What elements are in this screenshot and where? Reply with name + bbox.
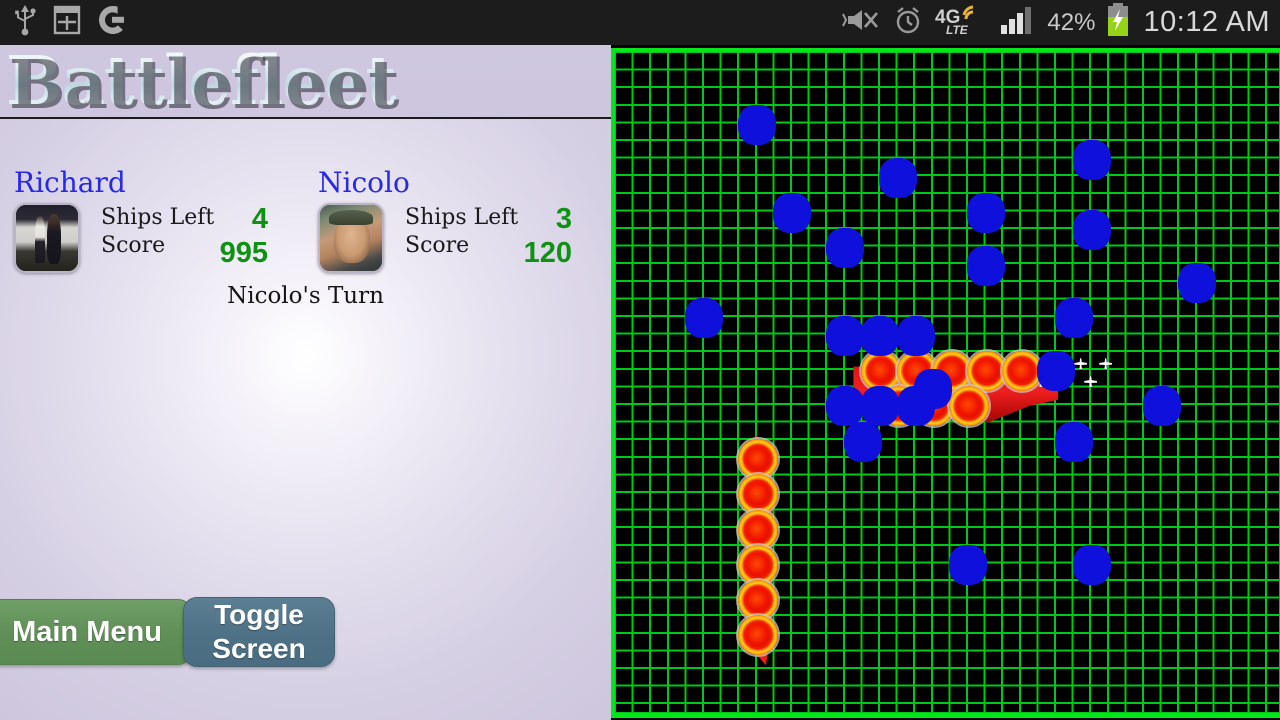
avatar-hair [328, 210, 374, 225]
player2-ships-label: Ships Left [405, 205, 519, 230]
miss-marker [861, 386, 900, 427]
status-bar-right-icons: 4G LTE 42% 10:12 AM [841, 3, 1280, 42]
signal-bars-icon [1000, 5, 1036, 40]
battery-percent-label: 42% [1047, 8, 1096, 36]
miss-marker [843, 421, 882, 462]
hit-marker [738, 509, 779, 550]
miss-marker [1072, 544, 1111, 585]
toggle-screen-button-label-line2: Screen [212, 633, 306, 664]
miss-marker [1072, 140, 1111, 180]
miss-marker [861, 316, 900, 356]
miss-marker [826, 316, 865, 356]
miss-marker [1037, 351, 1076, 392]
miss-marker [826, 228, 865, 268]
google-icon [96, 3, 130, 42]
toggle-screen-button[interactable]: Toggle Screen [183, 597, 335, 667]
miss-marker [896, 316, 935, 356]
screenshot-icon [52, 4, 82, 41]
miss-marker [879, 157, 917, 198]
miss-marker [1178, 263, 1217, 304]
player1-ships-value: 4 [251, 203, 268, 235]
player2-score-value: 120 [523, 237, 572, 269]
info-panel: Battlefleet Richard Nicolo Ships Left Sc… [0, 45, 611, 720]
title-bar: Battlefleet [0, 45, 611, 120]
player2-avatar[interactable] [318, 203, 384, 273]
hit-marker [967, 351, 1007, 392]
hit-marker [738, 580, 779, 620]
miss-marker [1143, 386, 1181, 427]
hit-marker [738, 544, 779, 585]
miss-marker [1055, 298, 1093, 339]
status-bar-left-icons [0, 3, 130, 42]
miss-marker [773, 192, 812, 233]
alarm-icon [892, 4, 924, 41]
player2-score-label: Score [405, 233, 470, 258]
clock-label: 10:12 AM [1143, 6, 1270, 38]
player2-name: Nicolo [318, 166, 410, 199]
toggle-screen-button-label-line1: Toggle [214, 599, 304, 630]
turn-indicator: Nicolo's Turn [227, 283, 384, 309]
battery-charging-icon [1106, 3, 1130, 42]
player1-avatar[interactable] [14, 203, 80, 273]
avatar-photo [320, 205, 382, 271]
miss-marker [967, 245, 1005, 286]
miss-marker [826, 386, 865, 427]
mute-vibrate-icon [841, 5, 881, 40]
miss-marker [738, 104, 777, 145]
game-board[interactable] [611, 48, 1280, 718]
miss-marker [685, 298, 724, 339]
4g-lte-icon: 4G LTE [935, 3, 989, 42]
player1-name: Richard [14, 166, 126, 199]
miss-marker [949, 544, 988, 585]
player1-score-label: Score [101, 233, 166, 258]
usb-icon [12, 4, 38, 41]
miss-marker [1072, 210, 1111, 251]
miss-marker [1055, 421, 1093, 462]
main-menu-button[interactable]: Main Menu [0, 599, 192, 665]
main-menu-button-label: Main Menu [12, 615, 162, 648]
avatar-photo [16, 205, 78, 271]
avatar-figure [34, 215, 45, 264]
miss-marker [967, 192, 1005, 233]
avatar-figure [47, 214, 61, 265]
page-title: Battlefleet [6, 45, 396, 120]
player2-ships-value: 3 [555, 203, 572, 235]
player1-score-value: 995 [219, 237, 268, 269]
miss-marker [896, 386, 935, 427]
android-status-bar: 4G LTE 42% 10:12 AM [0, 0, 1280, 45]
svg-text:LTE: LTE [946, 23, 969, 37]
player1-ships-label: Ships Left [101, 205, 215, 230]
